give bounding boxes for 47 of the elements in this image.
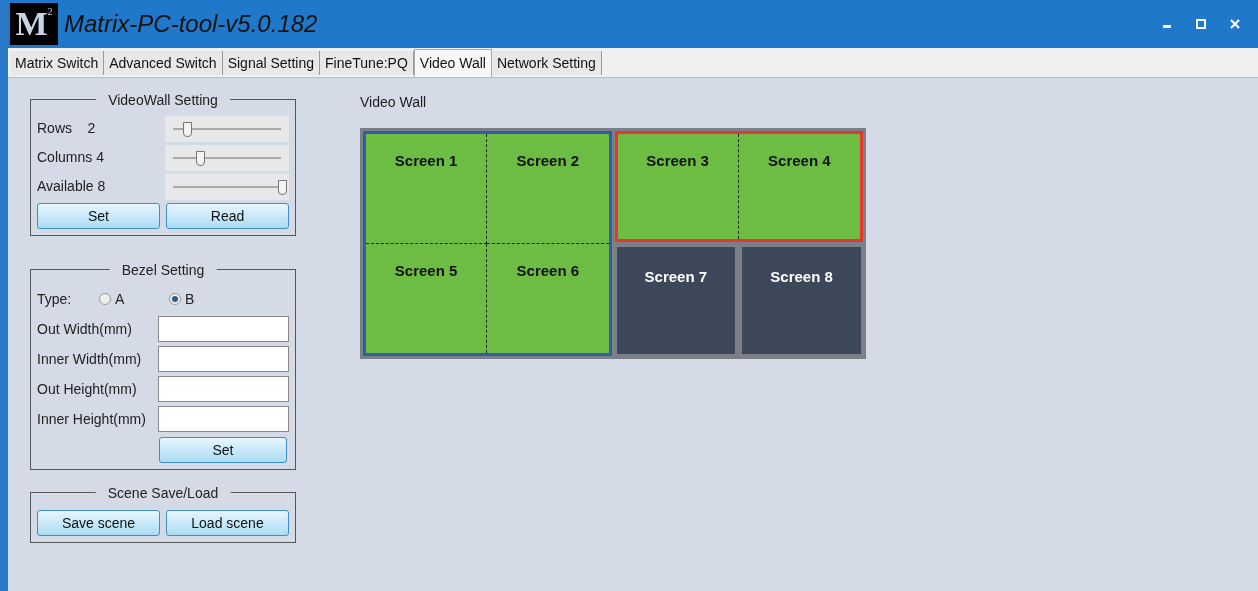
screen-group[interactable]: Screen 3 Screen 4 xyxy=(614,131,863,242)
slider-label: Rows 2 xyxy=(37,119,97,138)
input-field[interactable] xyxy=(158,406,289,432)
action-button[interactable]: Load scene xyxy=(166,510,289,536)
screen-tile[interactable]: Screen 4 xyxy=(738,134,860,239)
radio-button[interactable] xyxy=(169,293,181,305)
window-title: Matrix-PC-tool-v5.0.182 xyxy=(64,9,318,39)
field-label: Inner Height(mm) xyxy=(37,409,147,429)
action-button[interactable]: Set xyxy=(37,203,160,229)
action-button[interactable]: Set xyxy=(159,437,287,463)
screen-tile[interactable]: Screen 7 xyxy=(616,247,736,354)
maximize-icon[interactable] xyxy=(1196,19,1206,29)
slider-label: Available 8 xyxy=(37,177,107,196)
screen-tile[interactable]: Screen 2 xyxy=(487,134,609,244)
input-field[interactable] xyxy=(158,376,289,402)
radio-option[interactable]: A xyxy=(99,288,169,310)
type-label: Type: xyxy=(37,289,73,309)
slider-label: Columns 4 xyxy=(37,148,105,167)
field-label: Out Width(mm) xyxy=(37,319,133,339)
input-field[interactable] xyxy=(158,316,289,342)
screen-group[interactable]: Screen 1 Screen 2 Screen 5 Screen 6 xyxy=(363,131,612,356)
screen-tile[interactable]: Screen 8 xyxy=(742,247,861,354)
slider-thumb[interactable] xyxy=(196,150,205,166)
screen-tile[interactable]: Screen 1 xyxy=(366,134,488,244)
screen-tile[interactable]: Screen 3 xyxy=(617,134,739,239)
section-title: Video Wall xyxy=(360,94,427,110)
close-icon[interactable] xyxy=(1230,19,1240,29)
radio-option[interactable]: B xyxy=(169,288,239,310)
action-button[interactable]: Save scene xyxy=(37,510,160,536)
screen-tile[interactable]: Screen 6 xyxy=(487,244,609,353)
slider[interactable] xyxy=(164,144,289,171)
action-button[interactable]: Read xyxy=(166,203,289,229)
radio-button[interactable] xyxy=(99,293,111,305)
tab[interactable]: Video Wall xyxy=(413,49,492,77)
slider-thumb[interactable] xyxy=(183,121,193,137)
tab[interactable]: Network Setting xyxy=(491,51,602,75)
field-label: Out Height(mm) xyxy=(37,379,138,399)
tab[interactable]: Signal Setting xyxy=(222,51,321,75)
input-field[interactable] xyxy=(158,346,289,372)
tab[interactable]: Advanced Switch xyxy=(104,51,223,75)
tab[interactable]: FineTune:PQ xyxy=(320,51,414,75)
slider-thumb[interactable] xyxy=(277,179,287,195)
slider[interactable] xyxy=(164,115,289,142)
tab[interactable]: Matrix Switch xyxy=(10,51,105,75)
slider[interactable] xyxy=(164,173,289,200)
screen-tile[interactable]: Screen 5 xyxy=(366,244,488,353)
field-label: Inner Width(mm) xyxy=(37,349,143,369)
